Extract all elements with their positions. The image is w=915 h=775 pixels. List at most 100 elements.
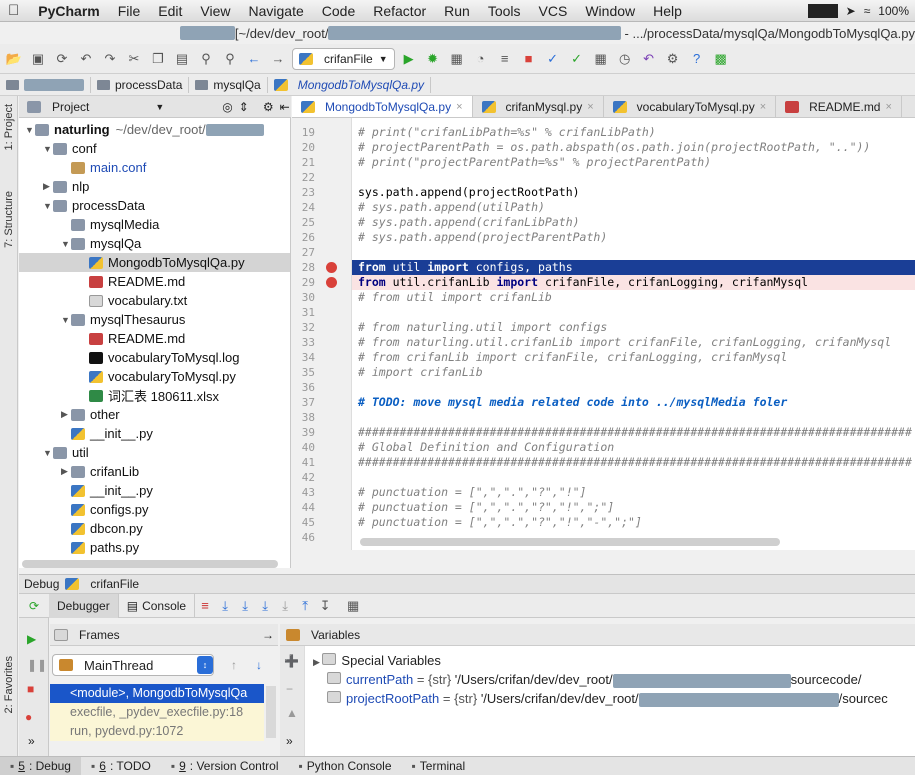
menu-code[interactable]: Code	[313, 3, 364, 19]
more-icon[interactable]: »	[28, 734, 35, 748]
expand-down-icon[interactable]: ▼	[43, 201, 53, 211]
breadcrumb-file[interactable]: MongodbToMysqlQa.py	[268, 76, 432, 93]
code-line[interactable]: # punctuation = [",",".","?","!","-",";"…	[352, 515, 915, 530]
frame-up-icon[interactable]: ↑	[231, 658, 237, 672]
show-execution-point-icon[interactable]: ≡	[195, 596, 215, 616]
variable-row[interactable]: projectRootPath = {str} '/Users/crifan/d…	[327, 689, 888, 708]
force-step-into-icon[interactable]: ⤓	[275, 596, 295, 616]
tree-item[interactable]: README.md	[19, 329, 185, 348]
stack-frame[interactable]: run, pydevd.py:1072	[50, 722, 264, 741]
stop-icon[interactable]: ■	[27, 682, 34, 696]
code-line[interactable]: # from naturling.util import configs	[352, 320, 915, 335]
project-tool-tab[interactable]: 1: Project	[3, 104, 15, 150]
vcs-history-icon[interactable]: ◷	[615, 49, 635, 69]
tree-item[interactable]: ▶ crifanLib	[19, 462, 139, 481]
code-line[interactable]: # print("projectParentPath=%s" % project…	[352, 155, 915, 170]
tree-item[interactable]: __init__.py	[19, 424, 153, 443]
step-into-my-code-icon[interactable]: ⤓	[255, 596, 275, 616]
menu-window[interactable]: Window	[576, 3, 644, 19]
run-to-cursor-icon[interactable]: ↧	[315, 596, 335, 616]
settings-icon[interactable]: ⚙	[663, 49, 683, 69]
tool-window-1[interactable]: ▪ 5: Debug	[0, 756, 81, 775]
more-icon[interactable]: »	[286, 734, 293, 748]
help-icon[interactable]: ?	[687, 49, 707, 69]
code-line[interactable]: from util import configs, paths	[352, 260, 915, 275]
breadcrumb-processdata[interactable]: processData	[91, 76, 190, 93]
menu-run[interactable]: Run	[435, 3, 479, 19]
code-line[interactable]	[352, 380, 915, 395]
plugin-icon[interactable]: ▩	[711, 49, 731, 69]
tree-item[interactable]: ▼ processData	[19, 196, 145, 215]
code-line[interactable]: # punctuation = [",",".","?","!",";"]	[352, 500, 915, 515]
step-into-icon[interactable]: ⤓	[235, 596, 255, 616]
vcs-update-icon[interactable]: ✓	[543, 49, 563, 69]
code-line[interactable]	[352, 470, 915, 485]
code-line[interactable]: from util.crifanLib import crifanFile, c…	[352, 275, 915, 290]
variable-row[interactable]: currentPath = {str} '/Users/crifan/dev/d…	[327, 670, 861, 689]
expand-down-icon[interactable]: ▼	[61, 239, 71, 249]
editor-tab[interactable]: crifanMysql.py ×	[473, 96, 604, 117]
favorites-tool-tab[interactable]: 2: Favorites	[3, 656, 15, 713]
replace-icon[interactable]: ⚲	[220, 49, 240, 69]
expand-down-icon[interactable]: ▼	[61, 315, 71, 325]
menu-view[interactable]: View	[191, 3, 239, 19]
editor-scrollbar[interactable]	[360, 538, 780, 546]
debug-icon[interactable]: ✹	[423, 49, 443, 69]
tool-window-2[interactable]: ▪ 6: TODO	[81, 757, 161, 775]
tree-item[interactable]: vocabulary.txt	[19, 291, 187, 310]
menu-tools[interactable]: Tools	[479, 3, 530, 19]
code-line[interactable]	[352, 170, 915, 185]
undo-icon[interactable]: ↶	[76, 49, 96, 69]
expand-down-icon[interactable]: ▼	[43, 448, 53, 458]
vcs-compare-icon[interactable]: ▦	[591, 49, 611, 69]
tree-item[interactable]: ▼ mysqlThesaurus	[19, 310, 185, 329]
tree-item[interactable]: configs.py	[19, 500, 149, 519]
apple-menu-icon[interactable]: 	[0, 2, 29, 19]
forward-icon[interactable]: →	[268, 49, 288, 69]
editor-tab[interactable]: README.md ×	[776, 96, 902, 117]
editor-tab[interactable]: MongodbToMysqlQa.py ×	[292, 96, 473, 117]
chevron-down-icon[interactable]: ▼	[155, 102, 164, 112]
activity-monitor-icon[interactable]	[807, 3, 838, 18]
project-view-select[interactable]: Project	[52, 100, 89, 114]
open-folder-icon[interactable]: 📂	[4, 49, 24, 69]
hide-icon[interactable]: ⇤	[280, 100, 290, 114]
coverage-icon[interactable]: ▦	[447, 49, 467, 69]
code-line[interactable]: ########################################…	[352, 425, 915, 440]
pause-icon[interactable]: ❚❚	[27, 658, 47, 672]
tree-item[interactable]: dbcon.py	[19, 519, 143, 538]
find-icon[interactable]: ⚲	[196, 49, 216, 69]
code-line[interactable]: # from naturling.util.crifanLib import c…	[352, 335, 915, 350]
tree-item[interactable]: ▶ nlp	[19, 177, 89, 196]
paste-icon[interactable]: ▤	[172, 49, 192, 69]
frame-down-icon[interactable]: ↓	[256, 658, 262, 672]
code-line[interactable]: # sys.path.append(utilPath)	[352, 200, 915, 215]
tool-window-3[interactable]: ▪ 9: Version Control	[161, 757, 289, 775]
sync-icon[interactable]: ⟳	[52, 49, 72, 69]
cut-icon[interactable]: ✂	[124, 49, 144, 69]
tree-item[interactable]: ▼ conf	[19, 139, 97, 158]
tree-item[interactable]: ▼ naturling ~/dev/dev_root/	[19, 120, 264, 139]
collapse-icon[interactable]: ⇕	[239, 100, 249, 114]
thread-select[interactable]: MainThread ↕	[52, 654, 214, 676]
menu-file[interactable]: File	[109, 3, 150, 19]
expand-down-icon[interactable]: ▼	[25, 125, 35, 135]
code-editor[interactable]: # print("crifanLibPath=%s" % crifanLibPa…	[352, 118, 915, 550]
breadcrumb-mysqlqa[interactable]: mysqlQa	[189, 76, 268, 93]
view-breakpoints-icon[interactable]: ●	[25, 710, 32, 724]
tree-item[interactable]: main.conf	[19, 158, 146, 177]
cursor-icon[interactable]: ➤	[846, 4, 856, 18]
pin-icon[interactable]: →	[262, 628, 278, 642]
wifi-icon[interactable]: ≈	[864, 4, 871, 18]
step-over-icon[interactable]: ⤓	[215, 596, 235, 616]
code-line[interactable]	[352, 410, 915, 425]
close-icon[interactable]: ×	[760, 101, 766, 113]
expand-right-icon[interactable]: ▶	[313, 657, 322, 667]
close-icon[interactable]: ×	[587, 101, 593, 113]
expand-right-icon[interactable]: ▶	[43, 181, 53, 192]
redo-icon[interactable]: ↷	[100, 49, 120, 69]
stop-icon[interactable]: ■	[519, 49, 539, 69]
menu-vcs[interactable]: VCS	[530, 3, 577, 19]
tree-item[interactable]: MongodbToMysqlQa.py	[19, 253, 290, 272]
gear-icon[interactable]: ⚙	[263, 100, 274, 114]
